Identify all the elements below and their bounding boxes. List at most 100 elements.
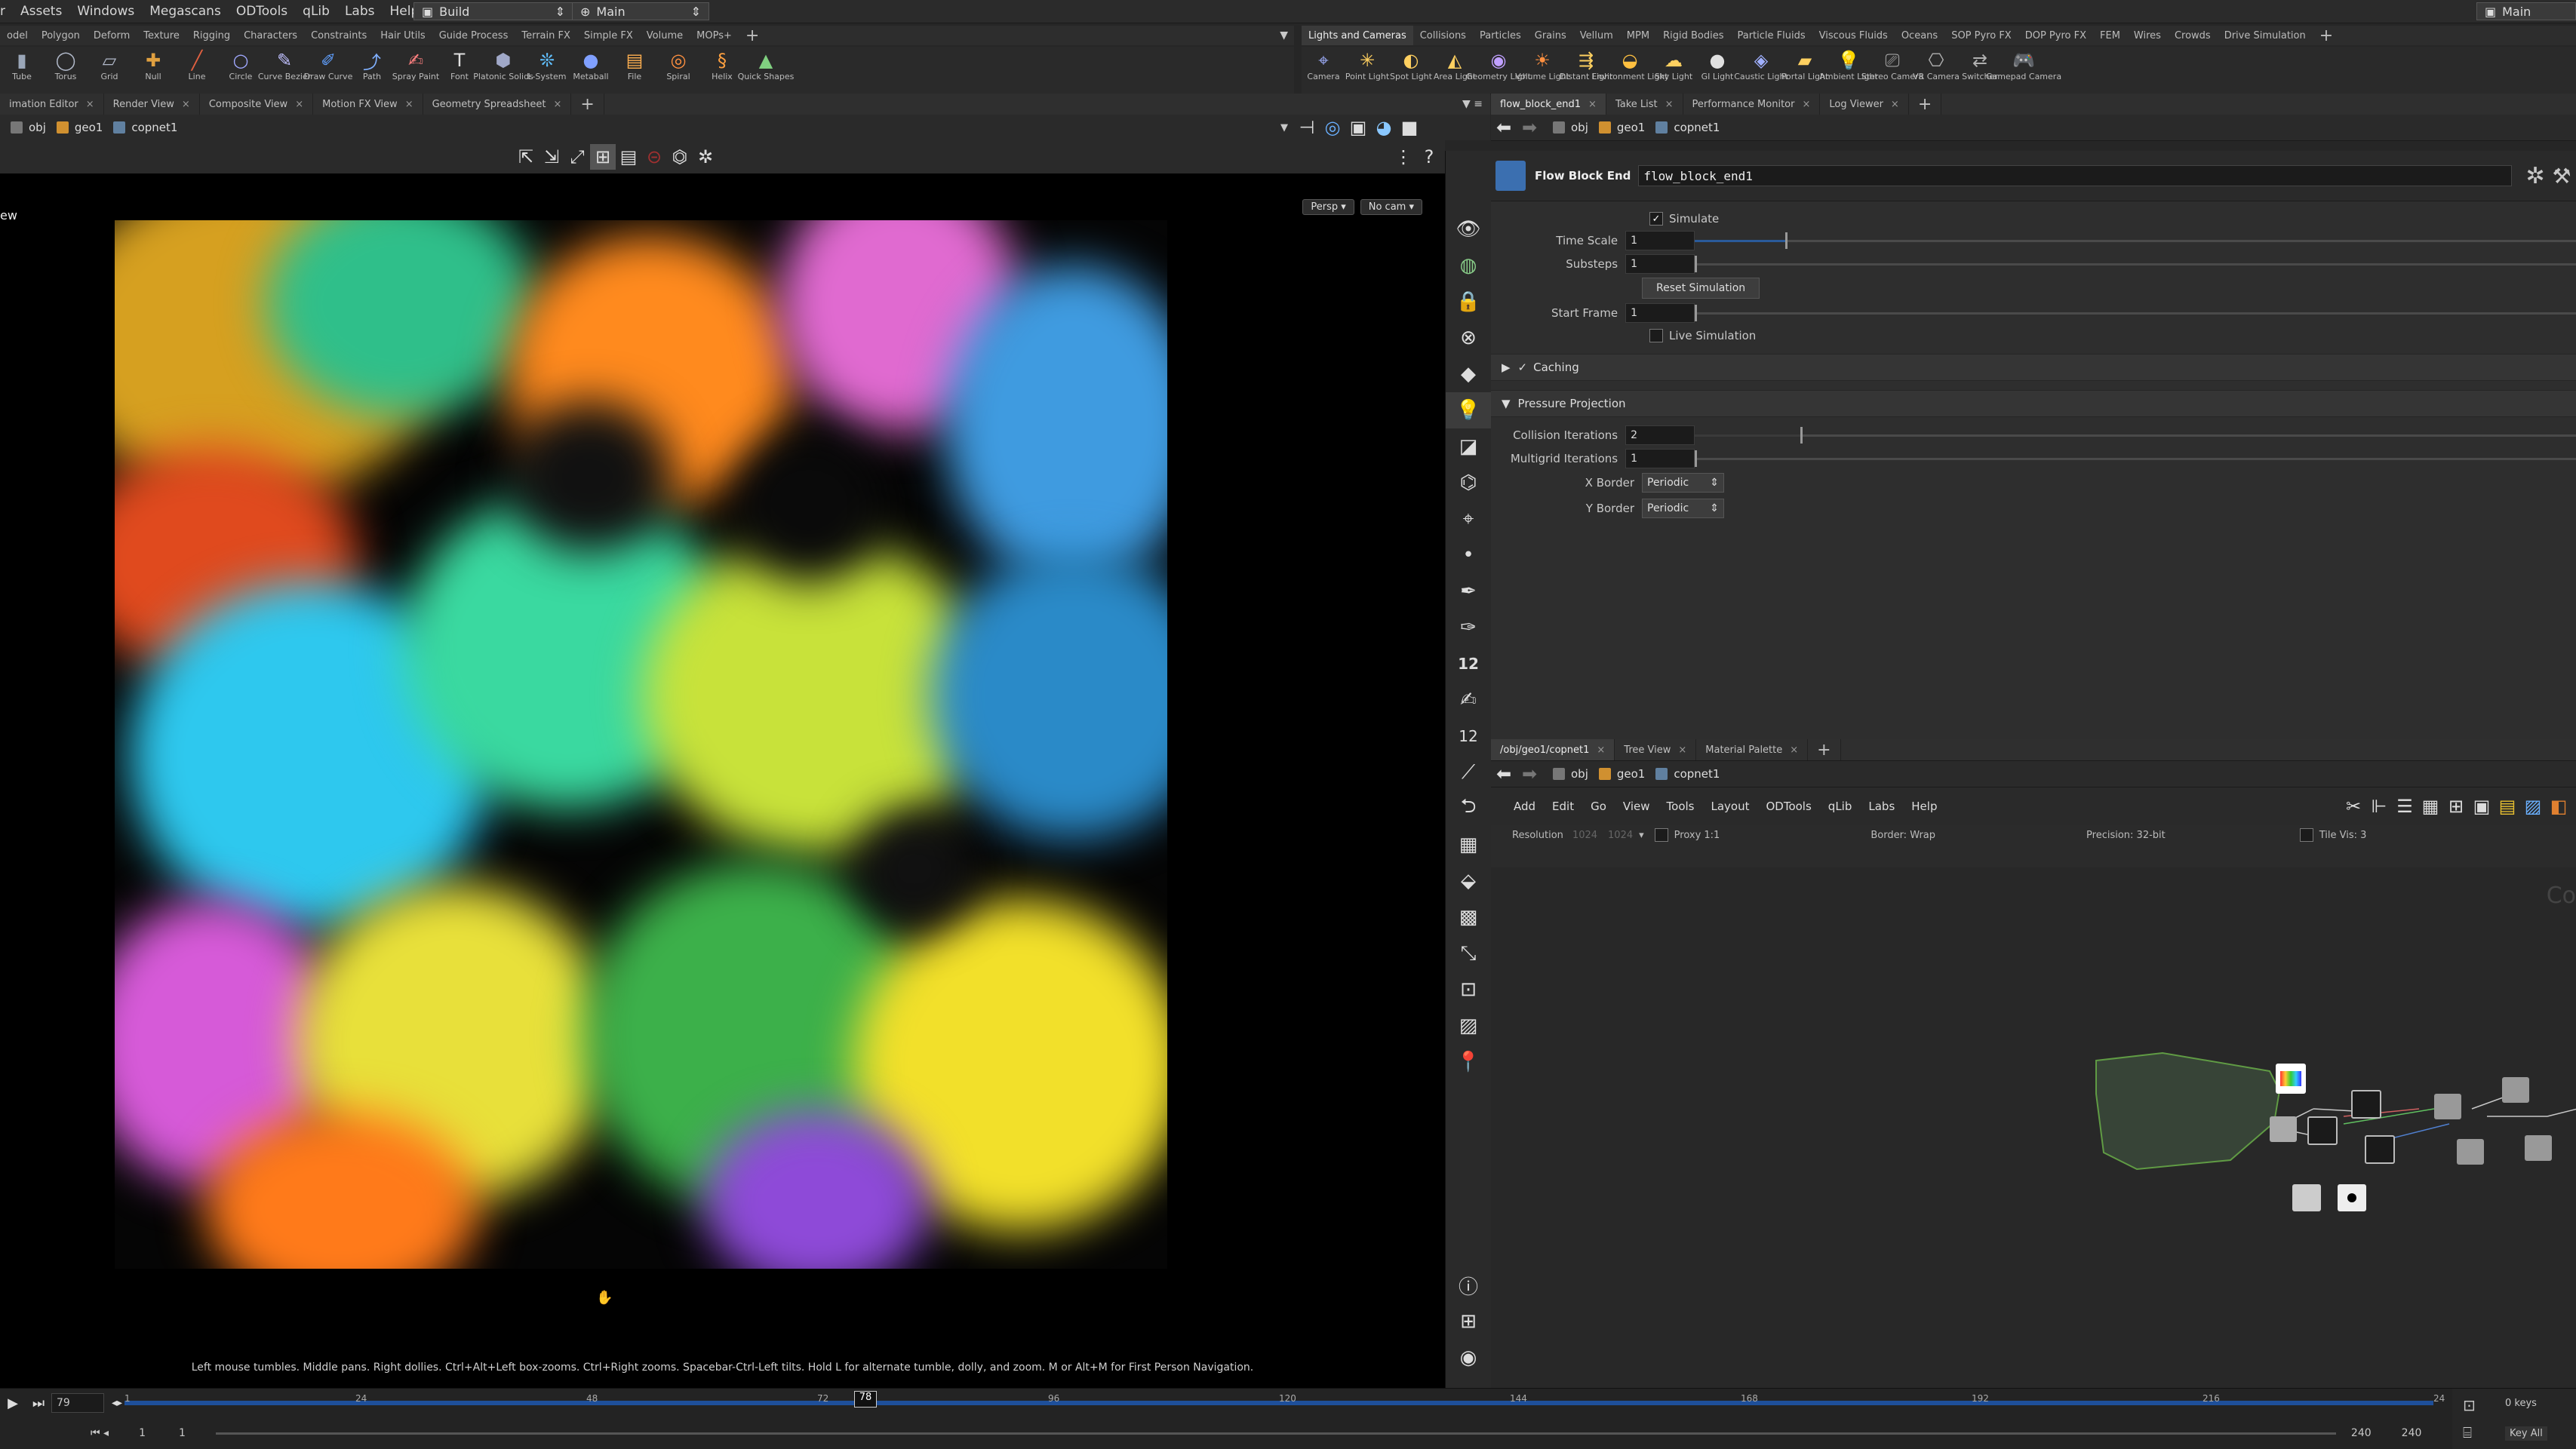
- path-geo[interactable]: geo1: [1598, 767, 1645, 781]
- shelf-tool-quick-shapes[interactable]: ▲ Quick Shapes: [738, 47, 795, 94]
- menu-item[interactable]: ODTools: [236, 4, 287, 19]
- display-toolbar-icon[interactable]: ⋮: [1391, 144, 1416, 170]
- pane-tab[interactable]: Tree View ×: [1615, 739, 1697, 760]
- measure-icon[interactable]: ⟋: [1446, 754, 1491, 791]
- shelf-tab[interactable]: Particles: [1473, 26, 1528, 45]
- pressure-projection-folder[interactable]: ▼ Pressure Projection: [1491, 390, 2576, 417]
- close-icon[interactable]: ×: [86, 99, 94, 110]
- shelf-tab[interactable]: Simple FX: [577, 26, 640, 45]
- range-nav-icons[interactable]: ⏮ ◂: [91, 1427, 109, 1439]
- node-bottom1[interactable]: [2292, 1184, 2321, 1211]
- network-menu-item[interactable]: Help: [1911, 800, 1937, 813]
- shelf-tool-geometry-light[interactable]: ◉ Geometry Light: [1466, 47, 1531, 94]
- shelf-tool-ambient-light[interactable]: 💡 Ambient Light: [1819, 47, 1877, 94]
- close-icon[interactable]: ×: [182, 99, 190, 110]
- multigrid-iterations-slider[interactable]: [1695, 450, 2576, 467]
- shelf-tab[interactable]: Hair Utils: [373, 26, 432, 45]
- collision-iterations-field[interactable]: 2: [1625, 425, 1695, 445]
- pane-tab[interactable]: /obj/geo1/copnet1 ×: [1491, 739, 1615, 760]
- shelf-menu-arrow-icon[interactable]: ▼: [1280, 29, 1288, 41]
- shelf-tool-vr-camera[interactable]: ⎔ VR Camera: [1913, 47, 1960, 94]
- shelf-tab[interactable]: Grains: [1528, 26, 1573, 45]
- path-obj[interactable]: obj: [1553, 767, 1588, 781]
- gear-icon[interactable]: ✲: [2525, 163, 2544, 189]
- shelf-tool-spot-light[interactable]: ◐ Spot Light: [1389, 47, 1433, 94]
- node-mid[interactable]: [2351, 1090, 2381, 1119]
- shelf-tool-font[interactable]: T Font: [438, 47, 481, 94]
- main-desktop-dropdown[interactable]: ⊕ Main ⇕: [572, 2, 709, 20]
- play-icon[interactable]: ▶: [0, 1390, 26, 1416]
- path-obj[interactable]: obj: [11, 121, 46, 134]
- shelf-tool-camera[interactable]: ⌖ Camera: [1302, 47, 1345, 94]
- close-icon[interactable]: ×: [1802, 99, 1810, 110]
- path-geo[interactable]: geo1: [1598, 121, 1645, 134]
- select-arrow-icon[interactable]: ⇱: [513, 144, 539, 170]
- close-icon[interactable]: ×: [1790, 744, 1798, 756]
- shelf-tab[interactable]: Oceans: [1895, 26, 1944, 45]
- shelf-tool-tube[interactable]: ▮ Tube: [0, 47, 44, 94]
- shelf-tool-metaball[interactable]: ● Metaball: [569, 47, 613, 94]
- help-icon[interactable]: ?: [1416, 144, 1442, 170]
- live-simulation-checkbox[interactable]: [1649, 329, 1663, 342]
- range-slider[interactable]: [215, 1432, 2336, 1435]
- network-menu-item[interactable]: Go: [1591, 800, 1606, 813]
- grid-view-icon[interactable]: ▦: [2418, 794, 2443, 819]
- background-image-icon[interactable]: ▨: [1446, 1008, 1491, 1044]
- shelf-tool-point-light[interactable]: ✳ Point Light: [1345, 47, 1389, 94]
- image-icon[interactable]: ▨: [2520, 794, 2546, 819]
- shelf-tab[interactable]: Viscous Fluids: [1812, 26, 1895, 45]
- shelf-tab[interactable]: Polygon: [35, 26, 87, 45]
- back-arrow-icon[interactable]: ⬅: [1491, 115, 1517, 140]
- shelf-tab[interactable]: Deform: [87, 26, 137, 45]
- close-icon[interactable]: ×: [1597, 744, 1605, 756]
- keyframe-icon[interactable]: ⊡: [2463, 1396, 2476, 1414]
- capture-icon[interactable]: ⏣: [667, 144, 693, 170]
- network-menu-item[interactable]: Labs: [1868, 800, 1895, 813]
- shelf-tab[interactable]: Vellum: [1573, 26, 1620, 45]
- menu-item[interactable]: Megascans: [149, 4, 221, 19]
- path-net[interactable]: copnet1: [1655, 767, 1720, 781]
- proxy-checkbox[interactable]: [1654, 828, 1668, 842]
- x-border-dropdown[interactable]: Periodic ⇕: [1642, 473, 1724, 493]
- tree-icon[interactable]: ⊩: [2366, 794, 2392, 819]
- substeps-slider[interactable]: [1695, 255, 2576, 272]
- shelf-tab[interactable]: Crowds: [2168, 26, 2218, 45]
- shelf-tool-volume-light[interactable]: ☀ Volume Light: [1515, 47, 1569, 94]
- checker-icon[interactable]: ▦: [1446, 827, 1491, 863]
- add-pane-tab-button[interactable]: +: [1808, 739, 1841, 760]
- shelf-tool-gamepad-camera[interactable]: 🎮 Gamepad Camera: [1986, 47, 2061, 94]
- collision-iterations-slider[interactable]: [1695, 426, 2576, 444]
- pane-menu-icon[interactable]: ▼ ≡: [1462, 98, 1483, 110]
- grid-dots-icon[interactable]: ⊞: [2443, 794, 2469, 819]
- menu-item[interactable]: Windows: [77, 4, 134, 19]
- shelf-tab[interactable]: Volume: [640, 26, 690, 45]
- node-loop-1[interactable]: [2434, 1094, 2461, 1119]
- number-12-icon[interactable]: 12: [1446, 646, 1491, 682]
- build-desktop-dropdown[interactable]: ▣ Build ⇕: [413, 2, 573, 20]
- network-menu-item[interactable]: Tools: [1667, 800, 1695, 813]
- shelf-tab[interactable]: Constraints: [304, 26, 373, 45]
- shelf-tool-curve-bezier[interactable]: ✎ Curve Bezier: [258, 47, 311, 94]
- shelf-tool-grid[interactable]: ▱ Grid: [88, 47, 131, 94]
- network-menu-item[interactable]: Layout: [1711, 800, 1749, 813]
- close-icon[interactable]: ×: [1665, 99, 1674, 110]
- tool-icon[interactable]: ⚒: [2553, 164, 2571, 189]
- frame-icon[interactable]: ⊡: [1446, 972, 1491, 1008]
- playback-end[interactable]: 240: [2351, 1427, 2372, 1439]
- light-icon[interactable]: ◆: [1446, 356, 1491, 392]
- network-menu-item[interactable]: Edit: [1552, 800, 1574, 813]
- shelf-tool-l-system[interactable]: ❊ L-System: [525, 47, 569, 94]
- shelf-tab[interactable]: Guide Process: [432, 26, 515, 45]
- shelf-tab[interactable]: MOPs+: [690, 26, 739, 45]
- display-options-icon[interactable]: ◕: [1371, 115, 1397, 140]
- caching-folder[interactable]: ▶ ✓ Caching: [1491, 354, 2576, 381]
- substeps-field[interactable]: 1: [1625, 254, 1695, 274]
- shading-icon[interactable]: ◪: [1446, 428, 1491, 465]
- transform-icon[interactable]: ⤢: [564, 144, 590, 170]
- shelf-tab[interactable]: Particle Fluids: [1730, 26, 1812, 45]
- shelf-tool-spiral[interactable]: ◎ Spiral: [656, 47, 700, 94]
- pane-tab[interactable]: Geometry Spreadsheet ×: [423, 94, 572, 115]
- camera-menu[interactable]: No cam ▾: [1360, 199, 1422, 215]
- network-canvas[interactable]: Co: [1491, 867, 2576, 1388]
- forward-arrow-icon[interactable]: ➡: [1517, 761, 1542, 787]
